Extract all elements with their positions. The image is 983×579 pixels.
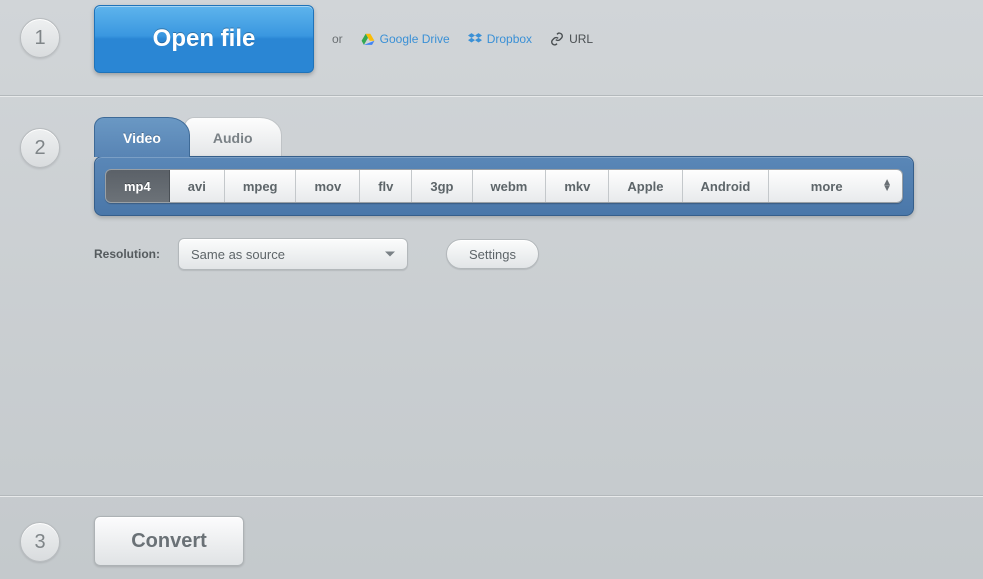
format-mp4[interactable]: mp4: [106, 170, 170, 202]
divider-1: [0, 95, 983, 96]
format-mpeg[interactable]: mpeg: [225, 170, 297, 202]
resolution-dropdown[interactable]: Same as source: [178, 238, 408, 270]
resolution-row: Resolution: Same as source Settings: [94, 238, 914, 270]
link-icon: [550, 32, 564, 46]
format-more-label: more: [811, 179, 843, 194]
format-android[interactable]: Android: [683, 170, 770, 202]
format-mov[interactable]: mov: [296, 170, 360, 202]
format-apple[interactable]: Apple: [609, 170, 682, 202]
format-bar: mp4 avi mpeg mov flv 3gp webm mkv Apple …: [105, 169, 903, 203]
settings-button[interactable]: Settings: [446, 239, 539, 269]
convert-button[interactable]: Convert: [94, 516, 244, 566]
media-tabs: Video Audio: [94, 115, 914, 157]
tab-video[interactable]: Video: [94, 117, 190, 157]
step-3-badge: 3: [20, 522, 60, 562]
open-file-button[interactable]: Open file: [94, 5, 314, 73]
google-drive-icon: [361, 32, 375, 46]
divider-2: [0, 495, 983, 496]
format-mkv[interactable]: mkv: [546, 170, 609, 202]
format-more[interactable]: more ▲▼: [769, 170, 902, 202]
resolution-value: Same as source: [191, 247, 285, 262]
google-drive-label: Google Drive: [380, 32, 450, 46]
sort-arrows-icon: ▲▼: [882, 180, 892, 192]
format-3gp[interactable]: 3gp: [412, 170, 472, 202]
or-label: or: [332, 32, 343, 46]
format-webm[interactable]: webm: [473, 170, 547, 202]
tab-audio[interactable]: Audio: [184, 117, 282, 157]
chevron-down-icon: [385, 252, 395, 257]
format-section: Video Audio mp4 avi mpeg mov flv 3gp web…: [94, 115, 914, 270]
dropbox-label: Dropbox: [487, 32, 532, 46]
open-file-section: Open file or Google Drive Dropbox URL: [94, 5, 593, 73]
dropbox-icon: [468, 32, 482, 46]
step-1-badge: 1: [20, 18, 60, 58]
resolution-label: Resolution:: [94, 247, 160, 261]
url-label: URL: [569, 32, 593, 46]
format-avi[interactable]: avi: [170, 170, 225, 202]
dropbox-link[interactable]: Dropbox: [468, 32, 532, 46]
url-link[interactable]: URL: [550, 32, 593, 46]
format-bar-container: mp4 avi mpeg mov flv 3gp webm mkv Apple …: [94, 156, 914, 216]
google-drive-link[interactable]: Google Drive: [361, 32, 450, 46]
format-flv[interactable]: flv: [360, 170, 412, 202]
step-2-badge: 2: [20, 128, 60, 168]
